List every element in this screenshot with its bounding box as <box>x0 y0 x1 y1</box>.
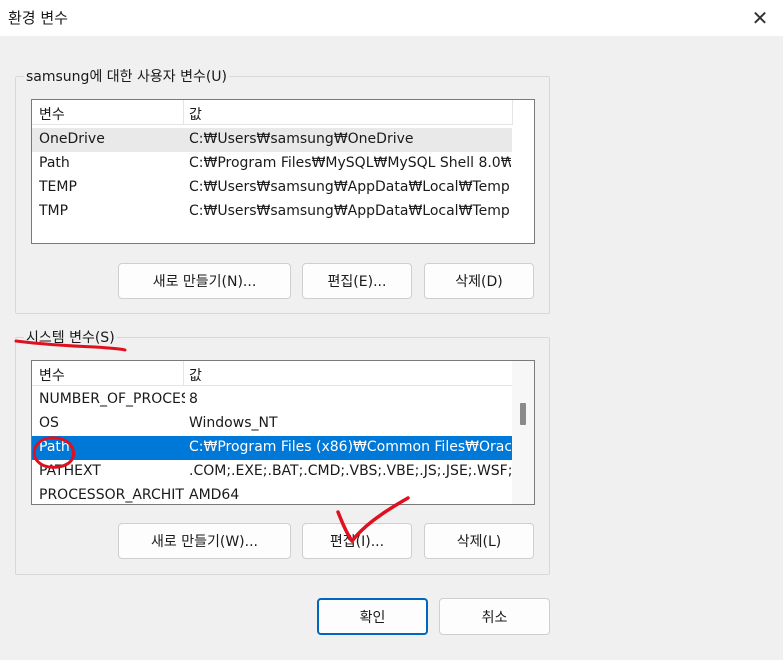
variable-value: C:₩Users₩samsung₩OneDrive <box>189 131 414 147</box>
variable-name: TEMP <box>39 179 77 195</box>
variable-name: NUMBER_OF_PROCESSORS <box>39 391 185 407</box>
vertical-scrollbar[interactable] <box>512 361 534 504</box>
variable-value: C:₩Program Files (x86)₩Common Files₩Orac… <box>189 439 511 455</box>
table-row[interactable]: OS Windows_NT <box>32 412 512 436</box>
table-row[interactable]: TMP C:₩Users₩samsung₩AppData₩Local₩Temp <box>32 200 512 224</box>
user-delete-button[interactable]: 삭제(D) <box>424 263 534 299</box>
variable-value: 8 <box>189 391 198 407</box>
column-divider[interactable] <box>183 361 184 386</box>
column-header-value[interactable]: 값 <box>189 365 202 385</box>
variable-name: OS <box>39 415 59 431</box>
list-header: 변수 값 <box>32 100 513 125</box>
user-edit-button[interactable]: 편집(E)... <box>302 263 412 299</box>
variable-value: C:₩Users₩samsung₩AppData₩Local₩Temp <box>189 203 510 219</box>
variable-name: Path <box>39 439 70 455</box>
variable-value: AMD64 <box>189 487 240 503</box>
column-header-value[interactable]: 값 <box>189 104 202 124</box>
system-edit-button[interactable]: 편집(I)... <box>302 523 412 559</box>
window-title: 환경 변수 <box>8 9 68 27</box>
variable-value: Windows_NT <box>189 415 278 431</box>
table-row[interactable]: NUMBER_OF_PROCESSORS 8 <box>32 388 512 412</box>
table-row[interactable]: TEMP C:₩Users₩samsung₩AppData₩Local₩Temp <box>32 176 512 200</box>
table-row[interactable]: PROCESSOR_ARCHITECTURE AMD64 <box>32 484 512 504</box>
column-divider[interactable] <box>183 100 184 125</box>
system-variables-list[interactable]: 변수 값 NUMBER_OF_PROCESSORS 8 OS Windows_N… <box>31 360 535 505</box>
system-new-button[interactable]: 새로 만들기(W)... <box>118 523 291 559</box>
column-header-variable[interactable]: 변수 <box>39 365 65 385</box>
user-variables-label: samsung에 대한 사용자 변수(U) <box>24 66 229 86</box>
ok-button[interactable]: 확인 <box>317 598 428 635</box>
variable-name: Path <box>39 155 70 171</box>
variable-name: TMP <box>39 203 69 219</box>
close-icon[interactable]: ✕ <box>737 0 783 36</box>
table-row-selected[interactable]: Path C:₩Program Files (x86)₩Common Files… <box>32 436 512 460</box>
cancel-button[interactable]: 취소 <box>439 598 550 635</box>
system-delete-button[interactable]: 삭제(L) <box>424 523 534 559</box>
list-header: 변수 값 <box>32 361 513 386</box>
variable-value: C:₩Users₩samsung₩AppData₩Local₩Temp <box>189 179 510 195</box>
variable-value: C:₩Program Files₩MySQL₩MySQL Shell 8.0₩.… <box>189 155 511 171</box>
table-row[interactable]: Path C:₩Program Files₩MySQL₩MySQL Shell … <box>32 152 512 176</box>
user-variables-list[interactable]: 변수 값 OneDrive C:₩Users₩samsung₩OneDrive … <box>31 99 535 244</box>
variable-name: PATHEXT <box>39 463 101 479</box>
column-divider[interactable] <box>512 100 513 125</box>
table-row[interactable]: PATHEXT .COM;.EXE;.BAT;.CMD;.VBS;.VBE;.J… <box>32 460 512 484</box>
variable-name: OneDrive <box>39 131 105 147</box>
title-bar: 환경 변수 ✕ <box>0 0 783 36</box>
table-row[interactable]: OneDrive C:₩Users₩samsung₩OneDrive <box>32 128 512 152</box>
user-new-button[interactable]: 새로 만들기(N)... <box>118 263 291 299</box>
scrollbar-thumb[interactable] <box>520 403 526 425</box>
column-header-variable[interactable]: 변수 <box>39 104 65 124</box>
variable-value: .COM;.EXE;.BAT;.CMD;.VBS;.VBE;.JS;.JSE;.… <box>189 463 511 479</box>
system-variables-label: 시스템 변수(S) <box>24 327 117 347</box>
variable-name: PROCESSOR_ARCHITECTURE <box>39 487 185 503</box>
